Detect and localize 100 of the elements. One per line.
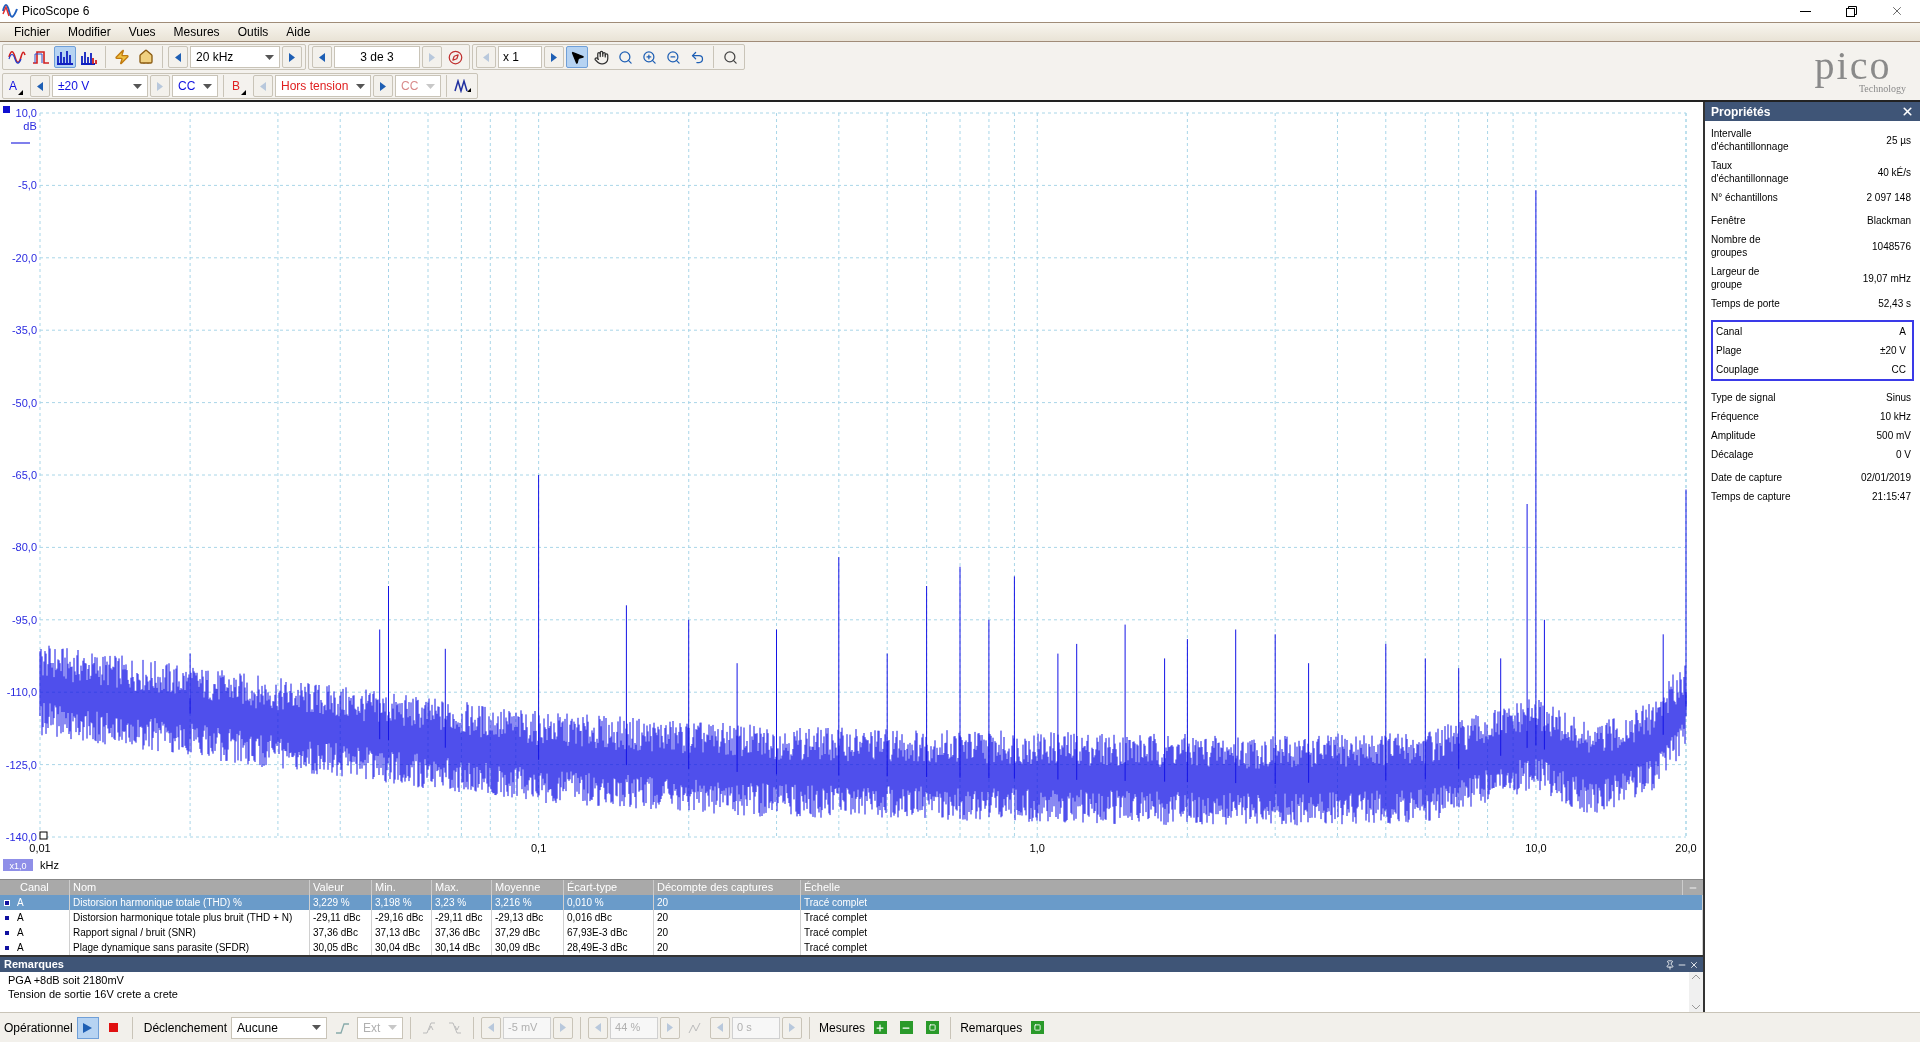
table-cell-text: 3,198 %: [375, 896, 412, 910]
trigger-dropdown[interactable]: Aucune: [231, 1016, 328, 1039]
close-icon: [1689, 959, 1699, 970]
range-dropdown[interactable]: ±20 V: [52, 75, 148, 97]
next-button[interactable]: [544, 46, 564, 68]
property-label: Fenêtre: [1711, 214, 1746, 227]
caret-icon: [133, 83, 142, 89]
property-label: Nombre de groupes: [1711, 233, 1761, 259]
table-cell-text: 20: [657, 941, 669, 955]
menu-item[interactable]: Aide: [278, 23, 319, 41]
property-value: 1048576: [1872, 239, 1912, 253]
property-value: 52,43 s: [1878, 297, 1912, 310]
next-button[interactable]: [282, 46, 302, 68]
property-label: N° échantillons: [1711, 191, 1778, 204]
previous-button[interactable]: [168, 46, 188, 68]
trigger-edge-icon: [334, 1020, 350, 1035]
zoom-factor-badge: x1,0: [3, 859, 33, 871]
caret-icon: [388, 1025, 398, 1030]
menu-item[interactable]: Fichier: [6, 23, 58, 41]
property-label: Temps de capture: [1711, 490, 1791, 503]
property-label: Couplage: [1716, 363, 1759, 376]
table-cell-text: 30,09 dBc: [495, 941, 541, 955]
property-value: Sinus: [1886, 391, 1912, 404]
channel-button[interactable]: B: [229, 75, 251, 97]
sine-wave-icon: [8, 49, 26, 65]
property-value: 0 V: [1896, 448, 1912, 461]
left-arrow-icon: [36, 81, 44, 91]
next-button[interactable]: [373, 75, 393, 97]
property-label: Décalage: [1711, 448, 1754, 461]
notes-icon: [1030, 1021, 1044, 1034]
timebase-dropdown[interactable]: 20 kHz: [190, 46, 280, 68]
menu-item[interactable]: Outils: [229, 23, 277, 41]
table-cell-text: 20: [657, 911, 669, 925]
y-axis-label: -35,0: [11, 324, 37, 337]
search-icon: [722, 49, 738, 65]
menu-item[interactable]: Mesures: [165, 23, 228, 41]
add-icon: [873, 1021, 887, 1034]
capture-field[interactable]: 3 de 3: [334, 46, 420, 68]
left-arrow-icon: [174, 52, 182, 62]
spectrum-bars-icon: [80, 49, 98, 65]
compass-icon: [447, 49, 463, 65]
y-axis-label: -95,0: [11, 613, 37, 626]
scrollbar[interactable]: [1689, 972, 1703, 1012]
menu-item[interactable]: Vues: [120, 23, 164, 41]
corner-triangle-icon: [241, 90, 246, 95]
table-cell-text: Tracé complet: [804, 911, 867, 925]
property-label: Intervalle d'échantillonnage: [1711, 127, 1789, 153]
hand-icon: [593, 49, 609, 65]
table-cell-text: Plage dynamique sans parasite (SFDR): [73, 941, 250, 955]
menu-item[interactable]: Modifier: [60, 23, 119, 41]
minimize-icon: [1799, 10, 1811, 12]
table-cell-text: 37,29 dBc: [495, 926, 541, 940]
property-label: Largeur de groupe: [1711, 265, 1760, 291]
property-label: Taux d'échantillonnage: [1711, 159, 1789, 185]
rising-edge-icon: [422, 1020, 437, 1035]
y-axis-label: -50,0: [11, 396, 37, 409]
x-axis-label: 1,0: [1029, 842, 1045, 854]
edit-icon: [925, 1021, 939, 1034]
property-value: 2 097 148: [1866, 191, 1912, 204]
caret-icon: [203, 83, 212, 89]
trigger-label: Déclenchement: [143, 1019, 228, 1037]
table-cell-text: -29,11 dBc: [313, 911, 361, 925]
table-cell-text: 3,23 %: [435, 896, 467, 910]
table-cell-text: Distorsion harmonique totale plus bruit (THD + N): [73, 911, 293, 925]
close-icon[interactable]: [1901, 105, 1914, 118]
y-axis-label: -110,0: [6, 686, 37, 699]
table-cell-text: 37,13 dBc: [375, 926, 421, 940]
property-value: 25 µs: [1886, 133, 1912, 147]
scroll-down-icon: [1692, 1005, 1700, 1010]
property-label: Plage: [1716, 344, 1742, 357]
table-cell-text: 28,49E-3 dBc: [567, 941, 628, 955]
play-icon: [83, 1022, 93, 1033]
coupling-dropdown[interactable]: CC: [172, 75, 218, 97]
previous-button[interactable]: [312, 46, 332, 68]
toolbar-button[interactable]: [54, 46, 76, 68]
property-value: 02/01/2019: [1860, 471, 1912, 484]
right-arrow-icon: [550, 52, 558, 62]
range-dropdown[interactable]: Hors tension: [275, 75, 371, 97]
previous-button[interactable]: [30, 75, 50, 97]
zoom-field[interactable]: x 1: [498, 46, 542, 68]
run-button[interactable]: [76, 1016, 99, 1039]
channel-marker-icon: [4, 944, 10, 951]
table-cell-text: 3,216 %: [495, 896, 532, 910]
right-arrow-icon: [428, 52, 436, 62]
notes-field[interactable]: PGA +8dB soit 2180mV Tension de sortie 16V crete a crete: [0, 972, 1703, 1012]
table-cell-text: 0,016 dBc: [567, 911, 613, 925]
toolbar-button[interactable]: [566, 46, 588, 68]
close-icon: [1890, 4, 1904, 18]
left-arrow-icon: [318, 52, 326, 62]
table-cell-text: 3,229 %: [313, 896, 350, 910]
channel-button[interactable]: A: [6, 75, 28, 97]
table-cell-text: 30,04 dBc: [375, 941, 421, 955]
right-arrow-icon: [156, 81, 164, 91]
panel-title: Remarques: [4, 957, 64, 973]
table-cell-text: 30,14 dBc: [435, 941, 481, 955]
property-value: ±20 V: [1879, 344, 1907, 357]
channel-marker-icon: [4, 899, 10, 906]
table-cell-text: Distorsion harmonique totale (THD) %: [73, 896, 242, 910]
table-cell-text: Tracé complet: [804, 926, 867, 940]
stop-icon: [109, 1023, 119, 1032]
